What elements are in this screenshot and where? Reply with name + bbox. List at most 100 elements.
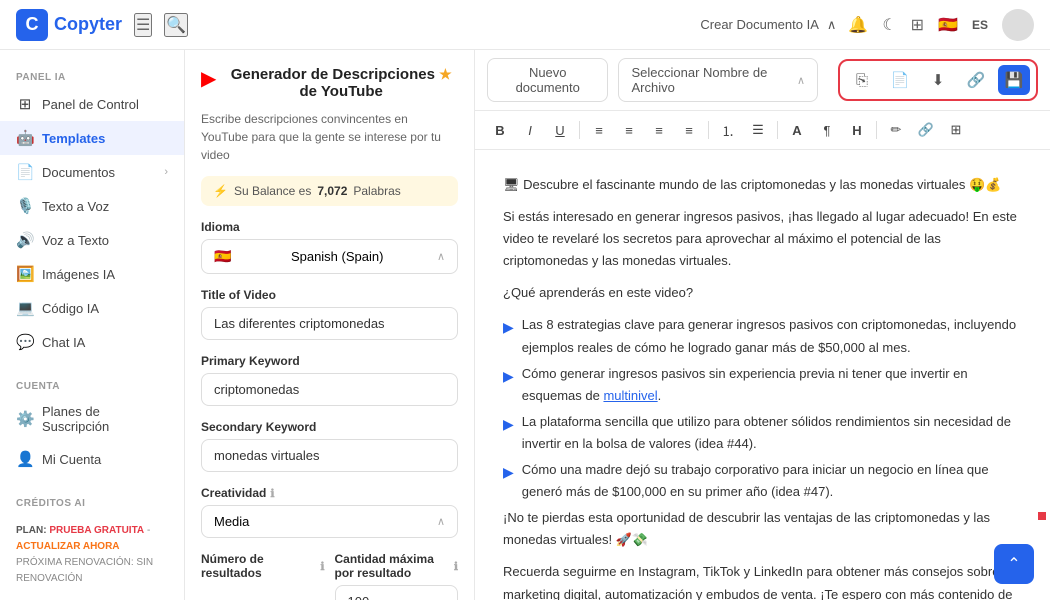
bullet-item-1: ▶ Las 8 estrategias clave para generar i… bbox=[503, 314, 1022, 358]
heading-button[interactable]: H bbox=[844, 117, 870, 143]
sidebar-item-label: Planes de Suscripción bbox=[42, 404, 168, 434]
sidebar-item-chat[interactable]: 💬 Chat IA bbox=[0, 325, 184, 359]
save-dropdown[interactable]: Seleccionar Nombre de Archivo ∧ bbox=[618, 58, 818, 102]
sidebar: PANEL IA ⊞ Panel de Control 🤖 Templates … bbox=[0, 50, 185, 600]
moon-icon[interactable]: ☾ bbox=[882, 15, 896, 35]
star-icon: ★ bbox=[439, 66, 452, 82]
idioma-flag: 🇪🇸 bbox=[214, 248, 231, 265]
idioma-select[interactable]: 🇪🇸 Spanish (Spain) ∧ bbox=[201, 239, 458, 274]
chevron-up-icon: ∧ bbox=[437, 250, 445, 263]
middle-panel: ▶ Generador de Descripciones ★ de YouTub… bbox=[185, 50, 475, 600]
primary-kw-field: Primary Keyword bbox=[201, 354, 458, 406]
secondary-kw-input[interactable] bbox=[201, 439, 458, 472]
balance-box: ⚡ Su Balance es 7,072 Palabras bbox=[201, 176, 458, 206]
main-layout: PANEL IA ⊞ Panel de Control 🤖 Templates … bbox=[0, 50, 1050, 600]
navbar: C Copyter ☰ 🔍 Crear Documento IA ∧ 🔔 ☾ ⊞… bbox=[0, 0, 1050, 50]
sidebar-item-imagenes[interactable]: 🖼️ Imágenes IA bbox=[0, 257, 184, 291]
sidebar-item-label: Documentos bbox=[42, 165, 115, 180]
editor-para-end1: ¡No te pierdas esta oportunidad de descu… bbox=[503, 507, 1022, 551]
justify-button[interactable]: ≡ bbox=[676, 117, 702, 143]
sidebar-item-label: Panel de Control bbox=[42, 97, 139, 112]
creativity-value: Media bbox=[214, 514, 249, 529]
download-button[interactable]: ⬇ bbox=[922, 65, 954, 95]
bullet-icon-3: ▶ bbox=[503, 413, 514, 455]
toolbar-divider-3 bbox=[777, 121, 778, 139]
balance-suffix: Palabras bbox=[353, 184, 400, 198]
bold-button[interactable]: B bbox=[487, 117, 513, 143]
plan-text: PLAN: bbox=[16, 525, 47, 536]
content-panel: Nuevo documento Seleccionar Nombre de Ar… bbox=[475, 50, 1050, 600]
editor-content[interactable]: 🖥 Descubre el fascinante mundo de las cr… bbox=[475, 150, 1050, 600]
editor-toolbar: B I U ≡ ≡ ≡ ≡ ⒈ ☰ A ¶ H ✏ 🔗 ⊞ bbox=[475, 111, 1050, 150]
toolbar-divider-1 bbox=[579, 121, 580, 139]
table-button[interactable]: ⊞ bbox=[943, 117, 969, 143]
row-fields: Número de resultados ℹ Cantidad máxima p… bbox=[201, 552, 458, 600]
create-doc-area[interactable]: Crear Documento IA ∧ bbox=[700, 17, 836, 33]
app-logo[interactable]: C Copyter bbox=[16, 9, 122, 41]
sidebar-item-templates[interactable]: 🤖 Templates bbox=[0, 121, 184, 155]
italic-button[interactable]: I bbox=[517, 117, 543, 143]
grid-icon[interactable]: ⊞ bbox=[911, 15, 924, 35]
back-to-top-button[interactable]: ⌃ bbox=[994, 544, 1034, 584]
align-left-button[interactable]: ≡ bbox=[586, 117, 612, 143]
multinivel-link[interactable]: multinivel bbox=[603, 388, 657, 403]
copy-button[interactable]: ⎘ bbox=[846, 65, 878, 95]
upgrade-link[interactable]: ACTUALIZAR AHORA bbox=[16, 541, 120, 552]
bell-icon[interactable]: 🔔 bbox=[848, 15, 868, 35]
creativity-label: Creatividad ℹ bbox=[201, 486, 458, 500]
editor-para-3: ¿Qué aprenderás en este video? bbox=[503, 282, 1022, 304]
chat-icon: 💬 bbox=[16, 333, 34, 351]
num-results-label: Número de resultados ℹ bbox=[201, 552, 325, 580]
sidebar-item-label: Chat IA bbox=[42, 335, 85, 350]
max-qty-label: Cantidad máxima por resultado ℹ bbox=[335, 552, 459, 580]
sidebar-item-voz-texto[interactable]: 🔊 Voz a Texto bbox=[0, 223, 184, 257]
sidebar-item-mi-cuenta[interactable]: 👤 Mi Cuenta bbox=[0, 442, 184, 476]
bullet-item-2: ▶ Cómo generar ingresos pasivos sin expe… bbox=[503, 363, 1022, 407]
hamburger-icon[interactable]: ☰ bbox=[134, 13, 152, 37]
sidebar-plan-info: PLAN: PRUEBA GRATUITA - ACTUALIZAR AHORA… bbox=[0, 513, 184, 597]
sidebar-item-documentos[interactable]: 📄 Documentos › bbox=[0, 155, 184, 189]
flag-icon: 🇪🇸 bbox=[938, 15, 958, 35]
tool-header: ▶ Generador de Descripciones ★ de YouTub… bbox=[201, 66, 458, 100]
font-size-button[interactable]: A bbox=[784, 117, 810, 143]
scroll-dot bbox=[1038, 512, 1046, 520]
sidebar-item-texto-voz[interactable]: 🎙️ Texto a Voz bbox=[0, 189, 184, 223]
primary-kw-label: Primary Keyword bbox=[201, 354, 458, 368]
pen-button[interactable]: ✏ bbox=[883, 117, 909, 143]
export-button[interactable]: 📄 bbox=[884, 65, 916, 95]
renovacion-text: PRÓXIMA RENOVACIÓN: SIN RENOVACIÓN bbox=[16, 557, 153, 584]
balance-prefix: Su Balance es bbox=[234, 184, 311, 198]
save-file-button[interactable]: 💾 bbox=[998, 65, 1030, 95]
balance-amount: 7,072 bbox=[317, 184, 347, 198]
creativity-select[interactable]: Media ∧ bbox=[201, 505, 458, 538]
max-qty-input[interactable] bbox=[335, 585, 459, 600]
logo-box: C bbox=[16, 9, 48, 41]
link-button[interactable]: 🔗 bbox=[913, 117, 939, 143]
language-label[interactable]: ES bbox=[972, 18, 988, 32]
title-field: Title of Video bbox=[201, 288, 458, 340]
list-ul-button[interactable]: ☰ bbox=[745, 117, 771, 143]
lightning-icon: ⚡ bbox=[213, 184, 228, 198]
editor-para-2: Si estás interesado en generar ingresos … bbox=[503, 206, 1022, 272]
align-right-button[interactable]: ≡ bbox=[646, 117, 672, 143]
editor-wrapper: 🖥 Descubre el fascinante mundo de las cr… bbox=[475, 150, 1050, 600]
doc-name-button[interactable]: Nuevo documento bbox=[487, 58, 608, 102]
sidebar-item-planes[interactable]: ⚙️ Planes de Suscripción bbox=[0, 396, 184, 442]
sidebar-item-panel-control[interactable]: ⊞ Panel de Control bbox=[0, 87, 184, 121]
sidebar-item-label: Texto a Voz bbox=[42, 199, 109, 214]
creativity-chevron: ∧ bbox=[437, 515, 445, 528]
primary-kw-input[interactable] bbox=[201, 373, 458, 406]
list-ol-button[interactable]: ⒈ bbox=[715, 117, 741, 143]
align-center-button[interactable]: ≡ bbox=[616, 117, 642, 143]
sidebar-item-codigo[interactable]: 💻 Código IA bbox=[0, 291, 184, 325]
underline-button[interactable]: U bbox=[547, 117, 573, 143]
share-button[interactable]: 🔗 bbox=[960, 65, 992, 95]
paragraph-button[interactable]: ¶ bbox=[814, 117, 840, 143]
plan-name[interactable]: PRUEBA GRATUITA bbox=[49, 525, 144, 536]
avatar[interactable] bbox=[1002, 9, 1034, 41]
separator: - bbox=[147, 525, 150, 536]
sidebar-item-label: Código IA bbox=[42, 301, 99, 316]
title-input[interactable] bbox=[201, 307, 458, 340]
search-icon[interactable]: 🔍 bbox=[164, 13, 188, 37]
creativity-info-icon: ℹ bbox=[270, 487, 274, 500]
